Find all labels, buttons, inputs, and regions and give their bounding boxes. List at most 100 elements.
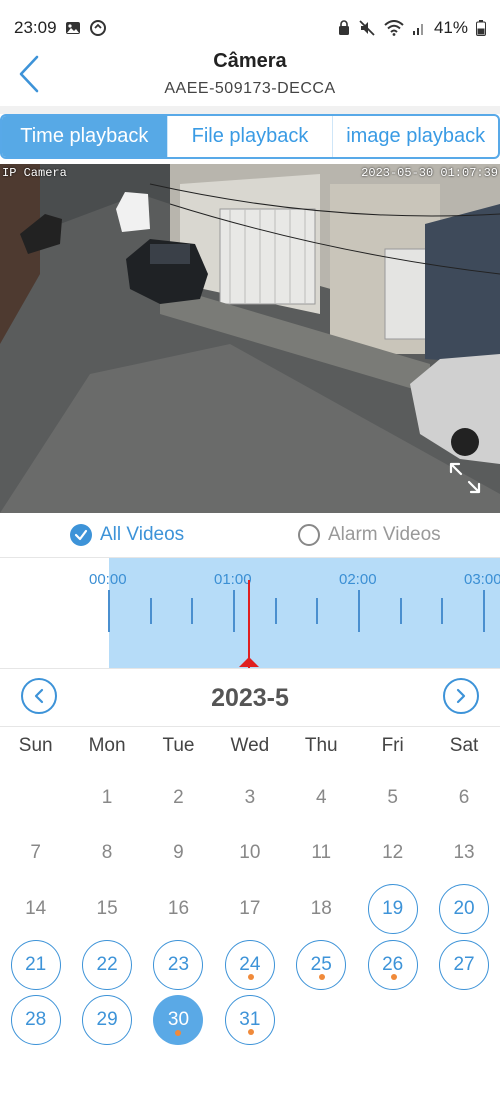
status-right: 41% bbox=[338, 18, 486, 38]
radio-empty-icon bbox=[298, 524, 320, 546]
day-number: 1 bbox=[101, 786, 113, 808]
calendar-day[interactable]: 26 bbox=[357, 937, 428, 993]
calendar-day: 15 bbox=[71, 881, 142, 937]
sync-icon bbox=[89, 19, 107, 37]
day-number: 5 bbox=[387, 786, 398, 808]
timeline-major-tick bbox=[233, 590, 235, 632]
timeline-label: 02:00 bbox=[339, 571, 377, 588]
calendar-day: 6 bbox=[428, 770, 499, 826]
timeline-major-tick bbox=[483, 590, 485, 632]
video-player[interactable]: IP Camera 2023-05-30 01:07:39 bbox=[0, 164, 500, 513]
alarm-videos-label: Alarm Videos bbox=[328, 524, 441, 545]
day-number: 3 bbox=[244, 786, 256, 808]
timeline-label: 01:00 bbox=[214, 571, 252, 588]
playhead-line[interactable] bbox=[248, 580, 250, 668]
timeline-scrubber[interactable]: 00:00 01:00 02:00 03:00 bbox=[0, 558, 500, 669]
calendar-day[interactable]: 20 bbox=[428, 881, 499, 937]
day-number: 17 bbox=[239, 897, 261, 919]
weekday-label: Tue bbox=[162, 735, 195, 756]
calendar-day[interactable]: 22 bbox=[71, 937, 142, 993]
day-number: 18 bbox=[310, 897, 332, 919]
day-number: 14 bbox=[25, 897, 47, 919]
calendar-day: 12 bbox=[357, 826, 428, 882]
calendar-day[interactable]: 28 bbox=[0, 992, 71, 1048]
weekday-row: Sun Mon Tue Wed Thu Fri Sat bbox=[0, 735, 500, 757]
camera-label: IP Camera bbox=[2, 166, 67, 180]
tab-file-playback[interactable]: File playback bbox=[168, 116, 334, 157]
weekday-label: Thu bbox=[304, 735, 338, 756]
day-number: 12 bbox=[382, 842, 404, 864]
day-number: 7 bbox=[30, 842, 41, 864]
next-month-button[interactable] bbox=[443, 678, 479, 714]
day-number: 15 bbox=[96, 897, 118, 919]
timeline-label: 00:00 bbox=[89, 571, 127, 588]
mute-icon bbox=[358, 19, 376, 37]
app-header: Câmera AAEE-509173-DECCA bbox=[0, 46, 500, 106]
day-number: 23 bbox=[153, 939, 204, 990]
calendar-day: 17 bbox=[214, 881, 285, 937]
calendar-header: 2023-5 bbox=[0, 670, 500, 727]
calendar-day[interactable]: 19 bbox=[357, 881, 428, 937]
day-number: 16 bbox=[167, 897, 190, 919]
timeline-major-tick bbox=[108, 590, 110, 632]
gallery-icon bbox=[65, 20, 81, 36]
calendar-day[interactable]: 27 bbox=[428, 937, 499, 993]
calendar-day[interactable]: 23 bbox=[143, 937, 214, 993]
weekday-label: Sat bbox=[449, 735, 479, 756]
playhead-marker[interactable] bbox=[239, 657, 259, 667]
day-number: 11 bbox=[311, 842, 332, 864]
radio-all-videos[interactable]: All Videos bbox=[70, 524, 184, 546]
timeline-tick bbox=[441, 598, 443, 624]
calendar-day: 13 bbox=[428, 826, 499, 882]
camera-frame bbox=[0, 164, 500, 513]
day-number: 21 bbox=[10, 939, 61, 990]
calendar-day[interactable]: 25 bbox=[286, 937, 357, 993]
calendar-day[interactable]: 24 bbox=[214, 937, 285, 993]
timeline-tick bbox=[275, 598, 277, 624]
day-number: 4 bbox=[315, 786, 327, 808]
page-title: Câmera bbox=[213, 50, 287, 72]
timeline-tick bbox=[150, 598, 152, 624]
tab-time-playback[interactable]: Time playback bbox=[2, 116, 168, 157]
lock-icon bbox=[338, 20, 350, 36]
tab-image-playback[interactable]: image playback bbox=[333, 116, 498, 157]
calendar-day: 4 bbox=[286, 770, 357, 826]
day-number: 29 bbox=[82, 995, 133, 1046]
day-number: 30 bbox=[153, 995, 204, 1046]
status-left: 23:09 bbox=[14, 18, 107, 38]
battery-percent: 41% bbox=[433, 18, 468, 37]
calendar-day[interactable]: 29 bbox=[71, 992, 142, 1048]
calendar-day: 9 bbox=[143, 826, 214, 882]
day-number: 27 bbox=[439, 939, 490, 990]
radio-alarm-videos[interactable]: Alarm Videos bbox=[298, 524, 441, 546]
fullscreen-button[interactable] bbox=[448, 461, 482, 495]
timeline-major-tick bbox=[358, 590, 360, 632]
calendar-day: 1 bbox=[71, 770, 142, 826]
alarm-dot bbox=[247, 1029, 254, 1036]
calendar-day: 2 bbox=[143, 770, 214, 826]
calendar-day: 5 bbox=[357, 770, 428, 826]
prev-month-button[interactable] bbox=[21, 678, 57, 714]
playback-tabs: Time playback File playback image playba… bbox=[0, 114, 500, 159]
chevron-right-icon bbox=[456, 688, 466, 704]
calendar-day[interactable]: 30 bbox=[143, 992, 214, 1048]
weekday-label: Wed bbox=[230, 735, 270, 756]
calendar-day: 18 bbox=[286, 881, 357, 937]
day-number: 20 bbox=[439, 883, 490, 934]
signal-icon bbox=[412, 20, 426, 36]
timeline-tick bbox=[191, 598, 193, 624]
calendar-day: 16 bbox=[143, 881, 214, 937]
weekday-label: Fri bbox=[381, 735, 404, 756]
day-number: 10 bbox=[239, 842, 261, 864]
day-number: 28 bbox=[10, 995, 61, 1046]
day-number: 8 bbox=[101, 842, 113, 864]
calendar-day[interactable]: 21 bbox=[0, 937, 71, 993]
alarm-dot bbox=[175, 1030, 182, 1037]
status-time: 23:09 bbox=[14, 18, 57, 37]
day-number: 26 bbox=[367, 939, 418, 990]
timeline-tick bbox=[316, 598, 318, 624]
calendar-day: 14 bbox=[0, 881, 71, 937]
day-number: 9 bbox=[173, 842, 184, 864]
calendar-day[interactable]: 31 bbox=[214, 992, 285, 1048]
wifi-icon bbox=[384, 20, 404, 36]
